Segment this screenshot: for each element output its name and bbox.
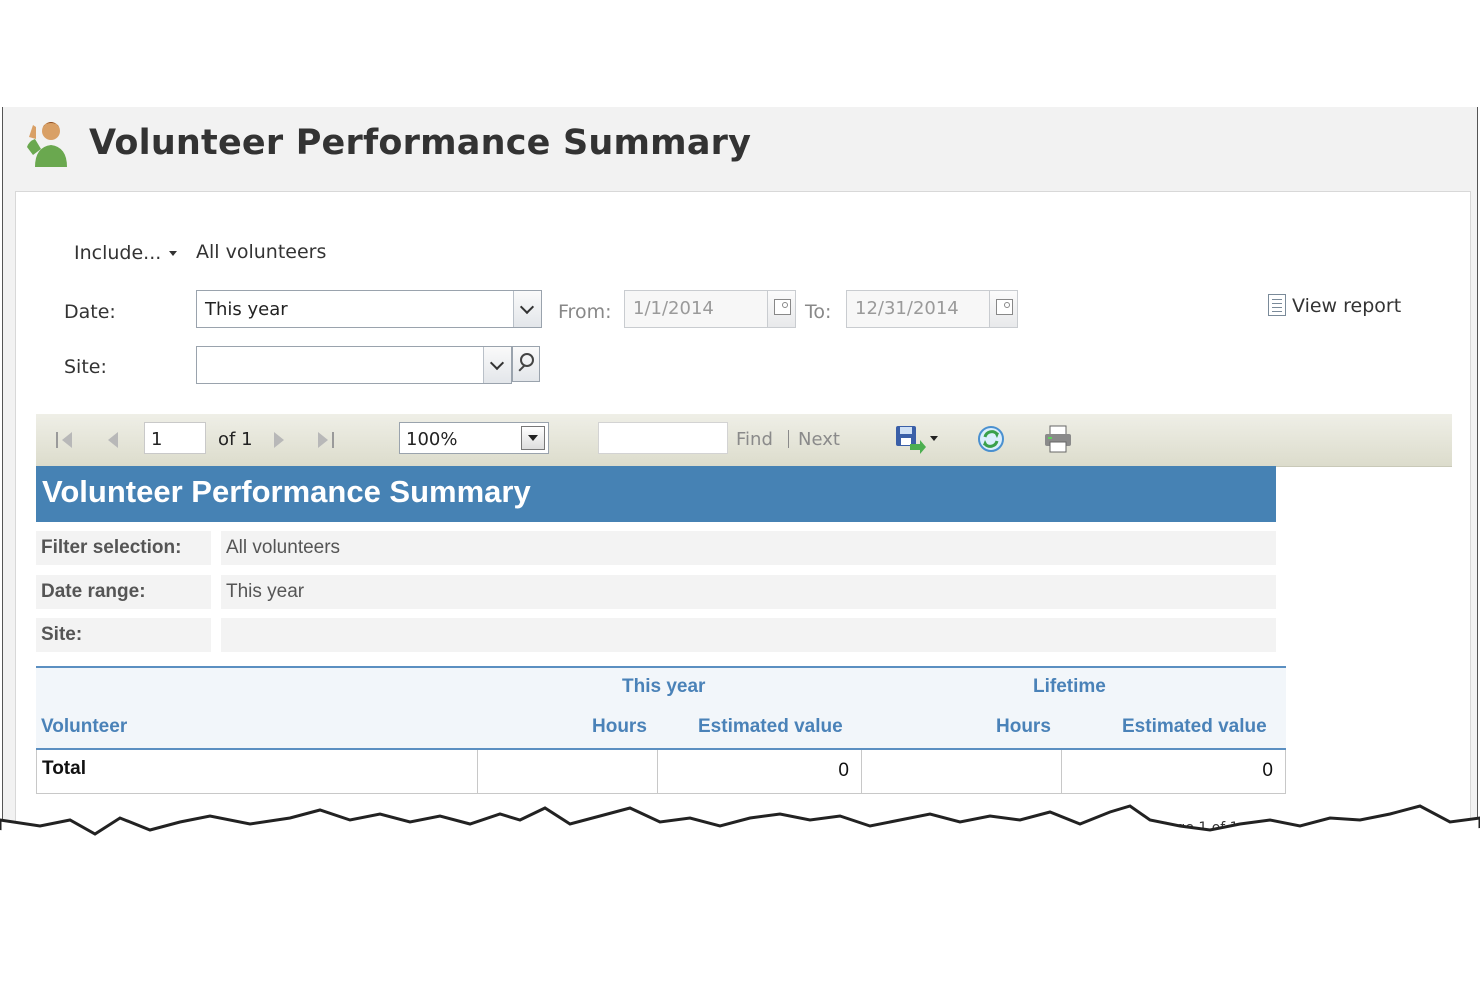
volunteer-icon	[27, 122, 67, 167]
zoom-value: 100%	[406, 429, 458, 450]
column-header-this-year-hours: Hours	[592, 716, 647, 737]
to-date-field[interactable]: 12/31/2014	[846, 290, 1018, 328]
date-select-button[interactable]	[513, 291, 541, 327]
column-header-lifetime-value: Estimated value	[1122, 716, 1267, 737]
export-icon[interactable]	[894, 424, 940, 454]
caret-down-icon	[169, 251, 178, 256]
site-select-button[interactable]	[483, 347, 511, 383]
column-header-lifetime-hours: Hours	[996, 716, 1051, 737]
site-search-button[interactable]	[512, 346, 540, 382]
this-year-value-cell: 0	[657, 750, 861, 794]
find-link[interactable]: Find	[736, 429, 773, 450]
refresh-icon[interactable]	[976, 424, 1006, 454]
find-input[interactable]	[598, 422, 728, 454]
site-label: Site:	[64, 356, 107, 378]
page-title: Volunteer Performance Summary	[89, 123, 752, 163]
page-count: of 1	[218, 429, 253, 450]
from-date-value: 1/1/2014	[633, 298, 714, 319]
table-header: This year Lifetime Volunteer Hours Estim…	[36, 666, 1286, 750]
report-toolbar: 1 of 1 100% Find Next	[36, 414, 1452, 467]
page-number-input[interactable]: 1	[144, 422, 206, 454]
torn-edge-decoration	[0, 804, 1480, 870]
group-header-this-year: This year	[622, 676, 706, 697]
lifetime-value-cell: 0	[1061, 750, 1286, 794]
include-dropdown[interactable]: Include...	[74, 242, 178, 264]
volunteer-table: This year Lifetime Volunteer Hours Estim…	[36, 666, 1286, 796]
site-filter-label: Site:	[36, 618, 211, 652]
zoom-select[interactable]: 100%	[399, 422, 549, 454]
total-label: Total	[42, 758, 86, 779]
column-header-volunteer: Volunteer	[41, 716, 128, 737]
lifetime-value: 0	[1262, 760, 1273, 781]
parameters-panel: Include... All volunteers Date: This yea…	[15, 191, 1471, 869]
from-label: From:	[558, 301, 612, 323]
report-icon	[1268, 294, 1286, 316]
first-page-icon[interactable]	[56, 430, 78, 450]
lifetime-hours-cell	[861, 750, 1061, 794]
next-link[interactable]: Next	[798, 429, 840, 450]
last-page-icon[interactable]	[318, 430, 340, 450]
site-filter-value	[221, 618, 1276, 652]
this-year-value: 0	[838, 760, 849, 781]
date-range-value: This year	[221, 575, 1276, 609]
report-title: Volunteer Performance Summary	[42, 474, 531, 509]
column-header-this-year-value: Estimated value	[698, 716, 843, 737]
filter-selection-value: All volunteers	[221, 531, 1276, 565]
filter-selection-label: Filter selection:	[36, 531, 211, 565]
site-select[interactable]	[196, 346, 512, 384]
table-row: Total 0 0	[36, 750, 1286, 794]
from-calendar-button[interactable]	[767, 291, 795, 327]
to-label: To:	[805, 301, 832, 323]
view-report-button[interactable]: View report	[1268, 294, 1401, 317]
report-title-banner: Volunteer Performance Summary	[36, 466, 1276, 522]
chevron-down-icon	[489, 355, 505, 371]
date-select-value: This year	[205, 299, 288, 320]
from-date-field[interactable]: 1/1/2014	[624, 290, 796, 328]
zoom-dropdown-button[interactable]	[521, 426, 545, 450]
this-year-hours-cell	[477, 750, 657, 794]
report-window: Volunteer Performance Summary Include...…	[2, 107, 1478, 869]
chevron-down-icon	[519, 299, 535, 315]
include-value: All volunteers	[196, 241, 327, 263]
include-label: Include...	[74, 242, 162, 264]
page-header: Volunteer Performance Summary	[3, 107, 1477, 189]
find-separator	[788, 430, 789, 448]
to-date-value: 12/31/2014	[855, 298, 959, 319]
calendar-icon	[774, 299, 791, 315]
calendar-icon	[996, 299, 1013, 315]
previous-page-icon[interactable]	[108, 430, 122, 450]
print-icon[interactable]	[1042, 424, 1074, 454]
view-report-label: View report	[1292, 295, 1402, 317]
next-page-icon[interactable]	[274, 430, 288, 450]
date-label: Date:	[64, 301, 116, 323]
to-calendar-button[interactable]	[989, 291, 1017, 327]
date-select[interactable]: This year	[196, 290, 542, 328]
date-range-label: Date range:	[36, 575, 211, 609]
group-header-lifetime: Lifetime	[1033, 676, 1106, 697]
total-label-cell: Total	[36, 750, 477, 794]
